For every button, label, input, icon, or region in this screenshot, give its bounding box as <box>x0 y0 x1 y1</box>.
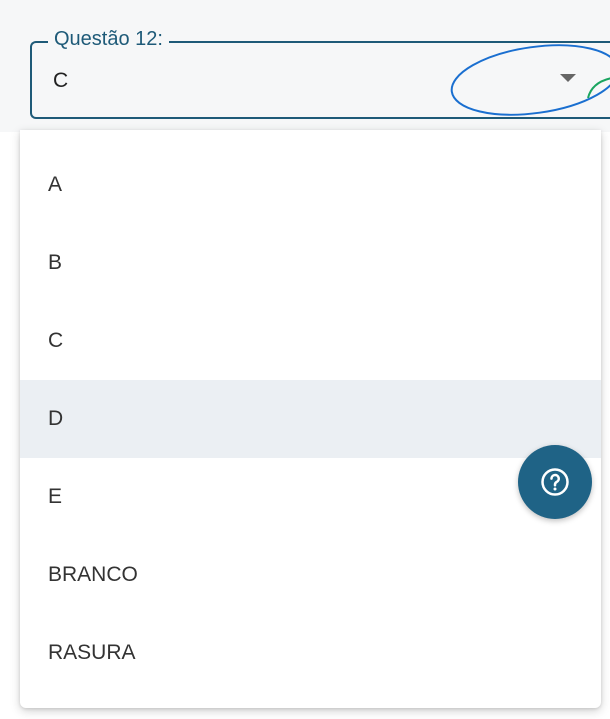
option-e[interactable]: E <box>20 458 601 536</box>
help-button[interactable] <box>518 445 592 519</box>
option-c[interactable]: C <box>20 302 601 380</box>
question-select[interactable] <box>30 41 610 119</box>
options-menu: A B C D E BRANCO RASURA <box>20 130 601 708</box>
page: Questão 12: C A B C D E BRANCO RASURA <box>0 0 610 719</box>
help-circle-icon <box>541 468 569 496</box>
option-a[interactable]: A <box>20 146 601 224</box>
option-rasura[interactable]: RASURA <box>20 614 601 692</box>
option-b[interactable]: B <box>20 224 601 302</box>
option-d[interactable]: D <box>20 380 601 458</box>
caret-down-icon[interactable] <box>560 74 576 82</box>
question-label: Questão 12: <box>48 27 169 51</box>
selected-value[interactable]: C <box>53 68 68 94</box>
option-branco[interactable]: BRANCO <box>20 536 601 614</box>
